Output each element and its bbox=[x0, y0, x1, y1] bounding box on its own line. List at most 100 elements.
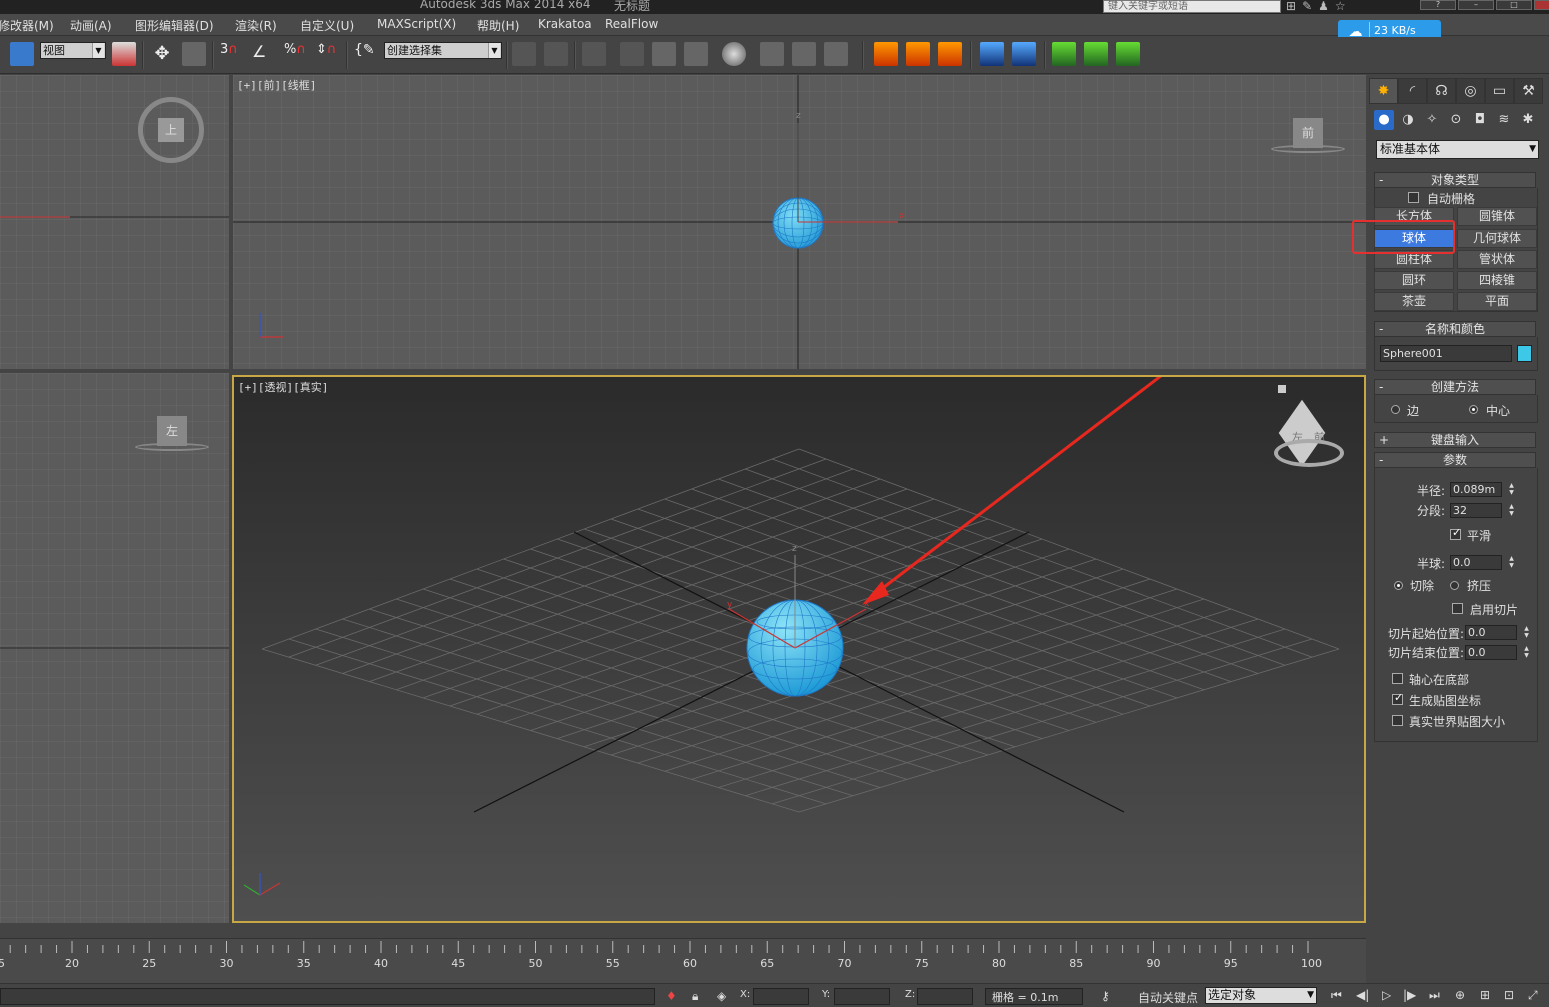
key-icon[interactable]: ⚷ bbox=[1101, 989, 1110, 1003]
slice-to-spinner[interactable]: ▲ ▼ bbox=[1522, 645, 1531, 660]
menu-help[interactable]: 帮助(H) bbox=[477, 17, 519, 34]
geosphere-button[interactable]: 几何球体 bbox=[1457, 229, 1537, 248]
systems-icon[interactable]: ✱ bbox=[1518, 110, 1538, 130]
radius-spinner[interactable]: ▲ ▼ bbox=[1507, 482, 1516, 497]
schematic-view-icon[interactable] bbox=[684, 42, 708, 66]
slice-from-input[interactable]: 0.0 bbox=[1465, 625, 1517, 640]
previous-frame-icon[interactable]: ◀| bbox=[1356, 988, 1369, 1002]
material-editor-icon[interactable] bbox=[722, 42, 746, 66]
close-button[interactable]: × bbox=[1534, 0, 1549, 10]
hierarchy-tab-icon[interactable]: ☊ bbox=[1427, 78, 1456, 104]
slice-on-checkbox[interactable] bbox=[1452, 603, 1463, 614]
zoom-icon[interactable]: ⊕ bbox=[1455, 988, 1465, 1002]
viewcube-left[interactable]: 左 bbox=[157, 416, 187, 446]
tube-button[interactable]: 管状体 bbox=[1457, 250, 1537, 269]
go-to-start-icon[interactable]: ⏮ bbox=[1331, 988, 1342, 1003]
star-icon[interactable]: ☆ bbox=[1335, 0, 1346, 14]
binoculars-icon[interactable]: ⊞ bbox=[1286, 0, 1296, 14]
menu-krakatoa[interactable]: Krakatoa bbox=[538, 17, 592, 31]
align-icon[interactable] bbox=[544, 42, 568, 66]
z-coordinate-input[interactable] bbox=[917, 988, 973, 1005]
viewcube-ring[interactable] bbox=[1274, 439, 1344, 467]
plugin-leaf-icon-3[interactable] bbox=[1116, 42, 1140, 66]
maxscript-listener[interactable] bbox=[0, 988, 655, 1005]
plugin-leaf-icon-1[interactable] bbox=[1052, 42, 1076, 66]
rollout-creation-method[interactable]: - 创建方法 bbox=[1374, 379, 1536, 395]
radius-input[interactable]: 0.089m bbox=[1450, 482, 1502, 497]
help-button[interactable]: ? bbox=[1420, 0, 1456, 10]
auto-key-button[interactable]: 自动关键点 bbox=[1138, 989, 1198, 1006]
reference-coordinate-select[interactable]: 视图 ▼ bbox=[40, 42, 106, 59]
chop-radio[interactable] bbox=[1394, 581, 1403, 590]
menu-maxscript[interactable]: MAXScript(X) bbox=[377, 17, 456, 31]
layer-manager-icon[interactable] bbox=[582, 42, 606, 66]
squash-radio[interactable] bbox=[1450, 581, 1459, 590]
plugin-leaf-icon-2[interactable] bbox=[1084, 42, 1108, 66]
transform-mode-icon[interactable]: ◈ bbox=[717, 989, 726, 1003]
shapes-icon[interactable]: ◑ bbox=[1398, 110, 1418, 130]
lights-icon[interactable]: ✧ bbox=[1422, 110, 1442, 130]
edit-named-selection-icon[interactable]: {✎ bbox=[354, 42, 378, 66]
user-icon[interactable]: ♟ bbox=[1318, 0, 1329, 14]
viewport-top[interactable]: 上 bbox=[0, 75, 229, 369]
pin-icon[interactable]: ♦ bbox=[666, 989, 677, 1003]
menu-animation[interactable]: 动画(A) bbox=[70, 17, 112, 34]
menu-modifiers[interactable]: 修改器(M) bbox=[0, 17, 54, 34]
modify-tab-icon[interactable]: ◜ bbox=[1398, 78, 1427, 104]
motion-tab-icon[interactable]: ◎ bbox=[1456, 78, 1485, 104]
home-icon[interactable] bbox=[1278, 385, 1286, 393]
hemisphere-spinner[interactable]: ▲ ▼ bbox=[1507, 555, 1516, 570]
curve-editor-icon[interactable] bbox=[652, 42, 676, 66]
minimize-button[interactable]: – bbox=[1458, 0, 1494, 10]
slice-from-spinner[interactable]: ▲ ▼ bbox=[1522, 625, 1531, 640]
plane-button[interactable]: 平面 bbox=[1457, 292, 1537, 311]
named-selection-set-select[interactable]: 创建选择集 ▼ bbox=[384, 42, 502, 59]
display-tab-icon[interactable]: ▭ bbox=[1485, 78, 1514, 104]
lock-icon[interactable]: 🔒︎ bbox=[692, 989, 698, 1004]
cone-button[interactable]: 圆锥体 bbox=[1457, 207, 1537, 226]
utilities-tab-icon[interactable]: ⚒ bbox=[1514, 78, 1543, 104]
pyramid-button[interactable]: 四棱锥 bbox=[1457, 271, 1537, 290]
hemisphere-input[interactable]: 0.0 bbox=[1450, 555, 1502, 570]
render-production-icon[interactable] bbox=[824, 42, 848, 66]
x-coordinate-input[interactable] bbox=[753, 988, 809, 1005]
base-to-pivot-checkbox[interactable] bbox=[1392, 673, 1403, 684]
select-region-icon[interactable] bbox=[10, 42, 34, 66]
teapot-button[interactable]: 茶壶 bbox=[1374, 292, 1454, 311]
play-icon[interactable]: ▷ bbox=[1382, 988, 1391, 1002]
zoom-all-icon[interactable]: ⊞ bbox=[1480, 988, 1490, 1002]
menu-rendering[interactable]: 渲染(R) bbox=[235, 17, 277, 34]
plugin-fire-icon-2[interactable] bbox=[906, 42, 930, 66]
search-input[interactable]: 键入关键字或短语 bbox=[1103, 0, 1281, 13]
next-frame-icon[interactable]: |▶ bbox=[1403, 988, 1416, 1002]
scene-explorer-icon[interactable] bbox=[620, 42, 644, 66]
viewcube-top[interactable]: 上 bbox=[158, 118, 184, 142]
cameras-icon[interactable]: ⊙ bbox=[1446, 110, 1466, 130]
maximize-button[interactable]: □ bbox=[1496, 0, 1532, 10]
real-world-checkbox[interactable] bbox=[1392, 715, 1403, 726]
maximize-viewport-icon[interactable]: ⤢ bbox=[1528, 988, 1538, 1003]
snaps-toggle-icon[interactable]: 3∩ bbox=[220, 42, 244, 66]
object-color-swatch[interactable] bbox=[1517, 345, 1532, 362]
create-tab-icon[interactable]: ✸ bbox=[1369, 78, 1398, 104]
rollout-name-color[interactable]: - 名称和颜色 bbox=[1374, 321, 1536, 337]
menu-realflow[interactable]: RealFlow bbox=[605, 17, 658, 31]
plugin-fire-icon-1[interactable] bbox=[874, 42, 898, 66]
rollout-object-type[interactable]: - 对象类型 bbox=[1374, 172, 1536, 188]
segments-spinner[interactable]: ▲ ▼ bbox=[1507, 503, 1516, 518]
viewcube-ring[interactable] bbox=[1271, 145, 1345, 153]
snap-select-icon[interactable] bbox=[182, 42, 206, 66]
go-to-end-icon[interactable]: ⏭ bbox=[1429, 988, 1440, 1003]
edge-radio[interactable] bbox=[1391, 405, 1400, 414]
select-move-icon[interactable]: ✥ bbox=[150, 42, 174, 66]
geometry-category-select[interactable]: 标准基本体 ▼ bbox=[1376, 140, 1539, 159]
menu-customize[interactable]: 自定义(U) bbox=[300, 17, 354, 34]
angle-snap-icon[interactable]: ∠ bbox=[252, 42, 276, 66]
torus-button[interactable]: 圆环 bbox=[1374, 271, 1454, 290]
viewport-front-label[interactable]: [+][前][线框] bbox=[237, 77, 316, 93]
selected-object-select[interactable]: 选定对象 ▼ bbox=[1205, 987, 1317, 1004]
helpers-icon[interactable]: ◘ bbox=[1470, 110, 1490, 130]
smooth-checkbox[interactable] bbox=[1450, 526, 1461, 540]
render-setup-icon[interactable] bbox=[760, 42, 784, 66]
geometry-icon[interactable]: ● bbox=[1374, 110, 1394, 130]
